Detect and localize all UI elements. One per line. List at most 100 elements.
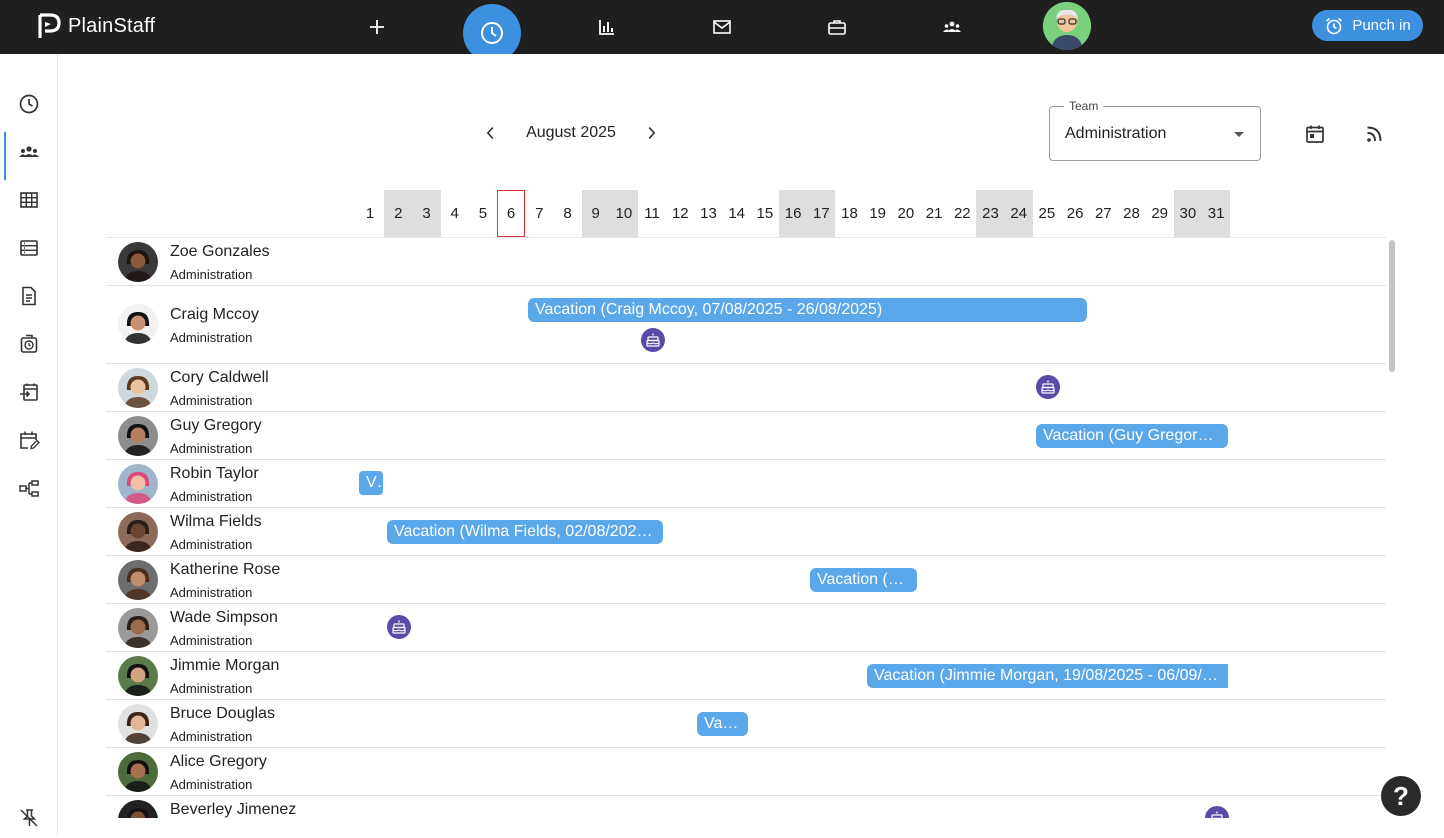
day-header-15: 15: [756, 205, 774, 222]
employee-team: Administration: [170, 777, 253, 792]
employee-row: Wilma Fields Administration Vacation (Wilm…: [106, 508, 1386, 556]
sidebar-item-list[interactable]: [4, 228, 54, 268]
employee-row: Cory Caldwell Administration: [106, 364, 1386, 412]
vacation-event[interactable]: Vacation (Craig Mccoy, 07/08/2025 - 26/0…: [528, 298, 1087, 322]
employee-avatar[interactable]: [118, 368, 158, 408]
employee-name[interactable]: Katherine Rose: [170, 561, 280, 579]
people-nav-button[interactable]: [937, 12, 967, 42]
day-header-20: 20: [897, 205, 915, 222]
sidebar-unpin-button[interactable]: [4, 798, 54, 838]
day-header-19: 19: [869, 205, 887, 222]
day-header-21: 21: [925, 205, 943, 222]
timer-icon: [20, 334, 38, 353]
chevron-left-icon: [486, 127, 494, 139]
day-header-23: 23: [976, 190, 1005, 237]
employee-team: Administration: [170, 633, 253, 648]
vacation-event[interactable]: Vacation (Wilma Fields, 02/08/202…: [387, 520, 663, 544]
day-header-22: 22: [953, 205, 971, 222]
app-logo[interactable]: PlainStaff: [36, 10, 155, 42]
employee-avatar[interactable]: [118, 656, 158, 696]
sidebar-item-timer[interactable]: [4, 324, 54, 364]
vacation-event[interactable]: Vacation (…: [810, 568, 917, 592]
day-header-13: 13: [700, 205, 717, 222]
sidebar-item-time[interactable]: [4, 84, 54, 124]
employee-row: Jimmie Morgan Administration Vacation (Jim…: [106, 652, 1386, 700]
day-header-5: 5: [478, 205, 488, 222]
day-header-3: 3: [412, 190, 441, 237]
day-header-11: 11: [644, 205, 660, 222]
employee-name[interactable]: Wilma Fields: [170, 513, 262, 531]
user-avatar[interactable]: [1043, 2, 1091, 50]
unpin-icon: [20, 809, 38, 827]
vacation-event[interactable]: Vacation (Jimmie Morgan, 19/08/2025 - 06…: [867, 664, 1228, 688]
employee-name[interactable]: Robin Taylor: [170, 465, 259, 483]
employee-avatar[interactable]: [118, 464, 158, 504]
transfer-icon: [20, 383, 38, 401]
employee-team: Administration: [170, 267, 253, 282]
team-select-label: Team: [1064, 99, 1104, 113]
clock-icon: [481, 22, 503, 44]
calendar-feed-button[interactable]: [1363, 122, 1387, 146]
hierarchy-icon: [19, 480, 39, 497]
day-header: 1 2 3 4 5 6 7 8 9 10 11 12 13 14 15 16 17 18 19 20 21 22 23 24 2…: [356, 190, 1236, 237]
employee-name[interactable]: Zoe Gonzales: [170, 243, 270, 261]
list-icon: [20, 240, 38, 256]
help-button[interactable]: ?: [1381, 776, 1421, 816]
sidebar-item-schedule-edit[interactable]: [4, 420, 54, 460]
projects-nav-button[interactable]: [822, 12, 852, 42]
employee-avatar[interactable]: [118, 416, 158, 456]
messages-nav-button[interactable]: [707, 12, 737, 42]
employee-team: Administration: [170, 441, 253, 456]
employee-avatar[interactable]: [118, 560, 158, 600]
employee-avatar[interactable]: [118, 242, 158, 282]
employee-avatar[interactable]: [118, 608, 158, 648]
next-month-button[interactable]: [641, 123, 661, 143]
vacation-event[interactable]: Va…: [697, 712, 748, 736]
sidebar-item-grid[interactable]: [4, 180, 54, 220]
calendar-icon: [1306, 125, 1324, 143]
day-header-25: 25: [1038, 205, 1056, 222]
employee-avatar[interactable]: [118, 752, 158, 792]
date-picker-button[interactable]: [1303, 122, 1327, 146]
employee-row: Guy Gregory Administration Vacation (Guy G…: [106, 412, 1386, 460]
vacation-event[interactable]: V: [359, 471, 383, 495]
sidebar-item-team-calendar[interactable]: [4, 132, 54, 180]
day-header-29: 29: [1151, 205, 1169, 222]
day-header-4: 4: [450, 205, 459, 222]
sidebar-item-requests[interactable]: [4, 372, 54, 412]
employee-name[interactable]: Beverley Jimenez: [170, 801, 296, 818]
reports-nav-button[interactable]: [592, 12, 622, 42]
vacation-event[interactable]: Vacation (Guy Gregory…: [1036, 424, 1228, 448]
employee-name[interactable]: Craig Mccoy: [170, 306, 259, 324]
app-name: PlainStaff: [68, 14, 156, 37]
punch-in-button[interactable]: Punch in: [1312, 10, 1423, 41]
add-nav-button[interactable]: [362, 12, 392, 42]
employee-avatar[interactable]: [118, 512, 158, 552]
mail-icon: [713, 20, 731, 34]
day-header-2: 2: [384, 190, 413, 237]
employee-avatar[interactable]: [118, 704, 158, 744]
day-header-10: 10: [609, 190, 638, 237]
employee-avatar[interactable]: [118, 800, 158, 818]
employee-avatar[interactable]: [118, 304, 158, 344]
employee-row: Craig Mccoy Administration Vacation (Craig…: [106, 286, 1386, 364]
birthday-cake-icon[interactable]: [387, 615, 411, 639]
birthday-cake-icon[interactable]: [1036, 375, 1060, 399]
employee-team: Administration: [170, 729, 253, 744]
rss-feed-icon: [1367, 126, 1382, 142]
employee-name[interactable]: Bruce Douglas: [170, 705, 275, 723]
vertical-scrollbar[interactable]: [1389, 240, 1395, 372]
day-header-12: 12: [671, 205, 689, 222]
employee-name[interactable]: Jimmie Morgan: [170, 657, 279, 675]
employee-name[interactable]: Wade Simpson: [170, 609, 278, 627]
employee-name[interactable]: Alice Gregory: [170, 753, 267, 771]
sidebar-item-org-chart[interactable]: [4, 468, 54, 508]
previous-month-button[interactable]: [481, 123, 501, 143]
employee-rows: Zoe Gonzales Administration Craig Mccoy Adm…: [106, 238, 1386, 818]
employee-name[interactable]: Guy Gregory: [170, 417, 262, 435]
employee-name[interactable]: Cory Caldwell: [170, 369, 269, 387]
birthday-cake-icon[interactable]: [1205, 806, 1229, 818]
birthday-cake-icon[interactable]: [641, 328, 665, 352]
team-select[interactable]: Team Administration: [1049, 99, 1261, 161]
sidebar-item-documents[interactable]: [4, 276, 54, 316]
